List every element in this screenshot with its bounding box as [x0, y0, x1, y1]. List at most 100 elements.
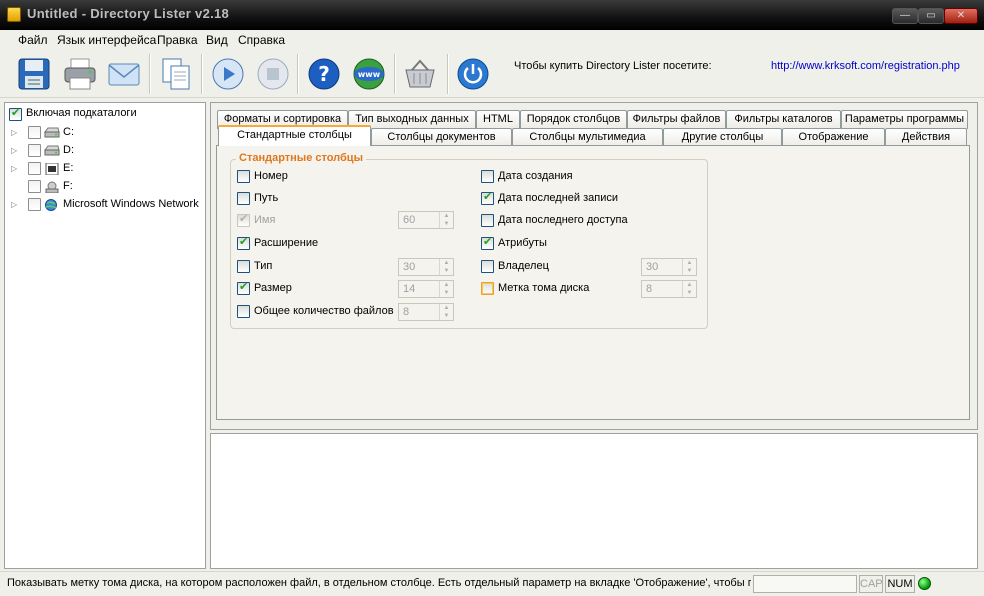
checkbox[interactable] [28, 162, 41, 175]
checkbox[interactable] [9, 106, 22, 121]
checkbox[interactable] [237, 192, 250, 205]
tab-file-filters[interactable]: Фильтры файлов [627, 110, 726, 129]
menu-help[interactable]: Справка [238, 33, 285, 47]
spin-down-icon[interactable]: ▼ [439, 267, 453, 275]
power-icon[interactable] [455, 56, 491, 92]
checkbox[interactable] [237, 235, 250, 250]
window-title: Untitled - Directory Lister v2.18 [27, 6, 230, 21]
group-title: Стандартные столбцы [236, 152, 366, 164]
spin-up-icon[interactable]: ▲ [682, 259, 696, 267]
option-label: Дата последнего доступа [498, 214, 628, 226]
option-label: Тип [254, 260, 273, 272]
type-width-spinner[interactable]: 30 ▲ ▼ [398, 258, 454, 276]
print-icon[interactable] [62, 56, 98, 92]
spin-down-icon[interactable]: ▼ [439, 312, 453, 320]
spin-up-icon[interactable]: ▲ [439, 259, 453, 267]
checkbox[interactable] [28, 198, 41, 211]
menu-view[interactable]: Вид [206, 33, 228, 47]
removable-drive-icon [45, 181, 59, 193]
help-icon[interactable]: ? [306, 56, 342, 92]
status-bar: Показывать метку тома диска, на котором … [0, 571, 984, 596]
checkbox[interactable] [481, 190, 494, 205]
play-icon[interactable] [210, 56, 246, 92]
checkbox[interactable] [237, 170, 250, 183]
expand-icon[interactable]: ▷ [11, 128, 19, 137]
tree-item-network[interactable]: ▷ Microsoft Windows Network [11, 196, 203, 214]
menu-bar: Файл Язык интерфейса Правка Вид Справка [0, 30, 984, 50]
tree-item-d[interactable]: ▷ D: [11, 142, 203, 160]
menu-language[interactable]: Язык интерфейса [57, 33, 156, 47]
hard-drive-icon [44, 145, 60, 156]
spin-up-icon[interactable]: ▲ [439, 304, 453, 312]
checkbox[interactable] [28, 180, 41, 193]
tab-program-settings[interactable]: Параметры программы [841, 110, 968, 129]
toolbar-separator [394, 54, 396, 94]
progress-bar [753, 575, 857, 593]
spin-up-icon: ▲ [439, 212, 453, 220]
spin-down-icon[interactable]: ▼ [682, 267, 696, 275]
menu-file[interactable]: Файл [18, 33, 48, 47]
owner-width-spinner[interactable]: 30 ▲ ▼ [641, 258, 697, 276]
toolbar-separator [149, 54, 151, 94]
expand-icon[interactable]: ▷ [11, 164, 19, 173]
checkbox[interactable] [237, 260, 250, 273]
checkbox [237, 212, 250, 227]
toolbar-separator [297, 54, 299, 94]
toolbar-separator [447, 54, 449, 94]
email-icon[interactable] [106, 56, 142, 92]
svg-text:?: ? [318, 62, 330, 86]
spin-up-icon[interactable]: ▲ [682, 281, 696, 289]
minimize-button[interactable]: — [892, 8, 918, 24]
cd-drive-icon [45, 163, 59, 175]
option-label: Общее количество файлов [254, 305, 394, 317]
expand-icon[interactable]: ▷ [11, 200, 19, 209]
option-label: Номер [254, 170, 288, 182]
network-icon [45, 199, 57, 211]
tab-standard-columns[interactable]: Стандартные столбцы [218, 125, 371, 146]
spin-down-icon[interactable]: ▼ [439, 289, 453, 297]
app-icon [7, 7, 21, 22]
checkbox[interactable] [481, 282, 494, 295]
caps-lock-indicator: CAP [859, 575, 883, 593]
volume-label-width-spinner[interactable]: 8 ▲ ▼ [641, 280, 697, 298]
tab-html[interactable]: HTML [476, 110, 520, 129]
output-log-pane[interactable] [210, 433, 978, 569]
option-label: Метка тома диска [498, 282, 590, 294]
checkbox[interactable] [481, 260, 494, 273]
toolbar: ? www Чтобы купить Directory Lister посе… [0, 50, 984, 98]
checkbox[interactable] [481, 214, 494, 227]
tree-item-c[interactable]: ▷ C: [11, 124, 203, 142]
tab-column-order[interactable]: Порядок столбцов [520, 110, 627, 129]
registration-link[interactable]: http://www.krksoft.com/registration.php [771, 60, 960, 72]
checkbox[interactable] [28, 144, 41, 157]
checkbox[interactable] [237, 305, 250, 318]
tab-folder-filters[interactable]: Фильтры каталогов [726, 110, 841, 129]
total-files-width-spinner[interactable]: 8 ▲ ▼ [398, 303, 454, 321]
basket-icon[interactable] [402, 56, 438, 92]
save-icon[interactable] [16, 56, 52, 92]
status-led-icon [918, 577, 931, 590]
checkbox[interactable] [237, 280, 250, 295]
menu-edit[interactable]: Правка [157, 33, 198, 47]
tree-item-f[interactable]: F: [11, 178, 203, 196]
copy-icon[interactable] [158, 56, 194, 92]
tree-label: Microsoft Windows Network [63, 198, 199, 210]
maximize-button[interactable]: ▭ [918, 8, 944, 24]
expand-icon[interactable]: ▷ [11, 146, 19, 155]
checkbox[interactable] [481, 235, 494, 250]
include-subfolders-checkbox[interactable]: Включая подкаталоги [9, 106, 201, 122]
close-button[interactable]: ✕ [944, 8, 978, 24]
checkbox[interactable] [481, 170, 494, 183]
hard-drive-icon [44, 127, 60, 138]
tree-label: E: [63, 162, 74, 174]
tree-item-e[interactable]: ▷ E: [11, 160, 203, 178]
spin-down-icon: ▼ [439, 220, 453, 228]
title-bar: Untitled - Directory Lister v2.18 — ▭ ✕ [0, 0, 984, 30]
www-icon[interactable]: www [351, 56, 387, 92]
checkbox[interactable] [28, 126, 41, 139]
spin-up-icon[interactable]: ▲ [439, 281, 453, 289]
size-width-spinner[interactable]: 14 ▲ ▼ [398, 280, 454, 298]
spin-down-icon[interactable]: ▼ [682, 289, 696, 297]
folder-tree[interactable]: Включая подкаталоги ▷ C: ▷ D: ▷ E: F: ▷ … [4, 102, 206, 569]
stop-icon[interactable] [255, 56, 291, 92]
